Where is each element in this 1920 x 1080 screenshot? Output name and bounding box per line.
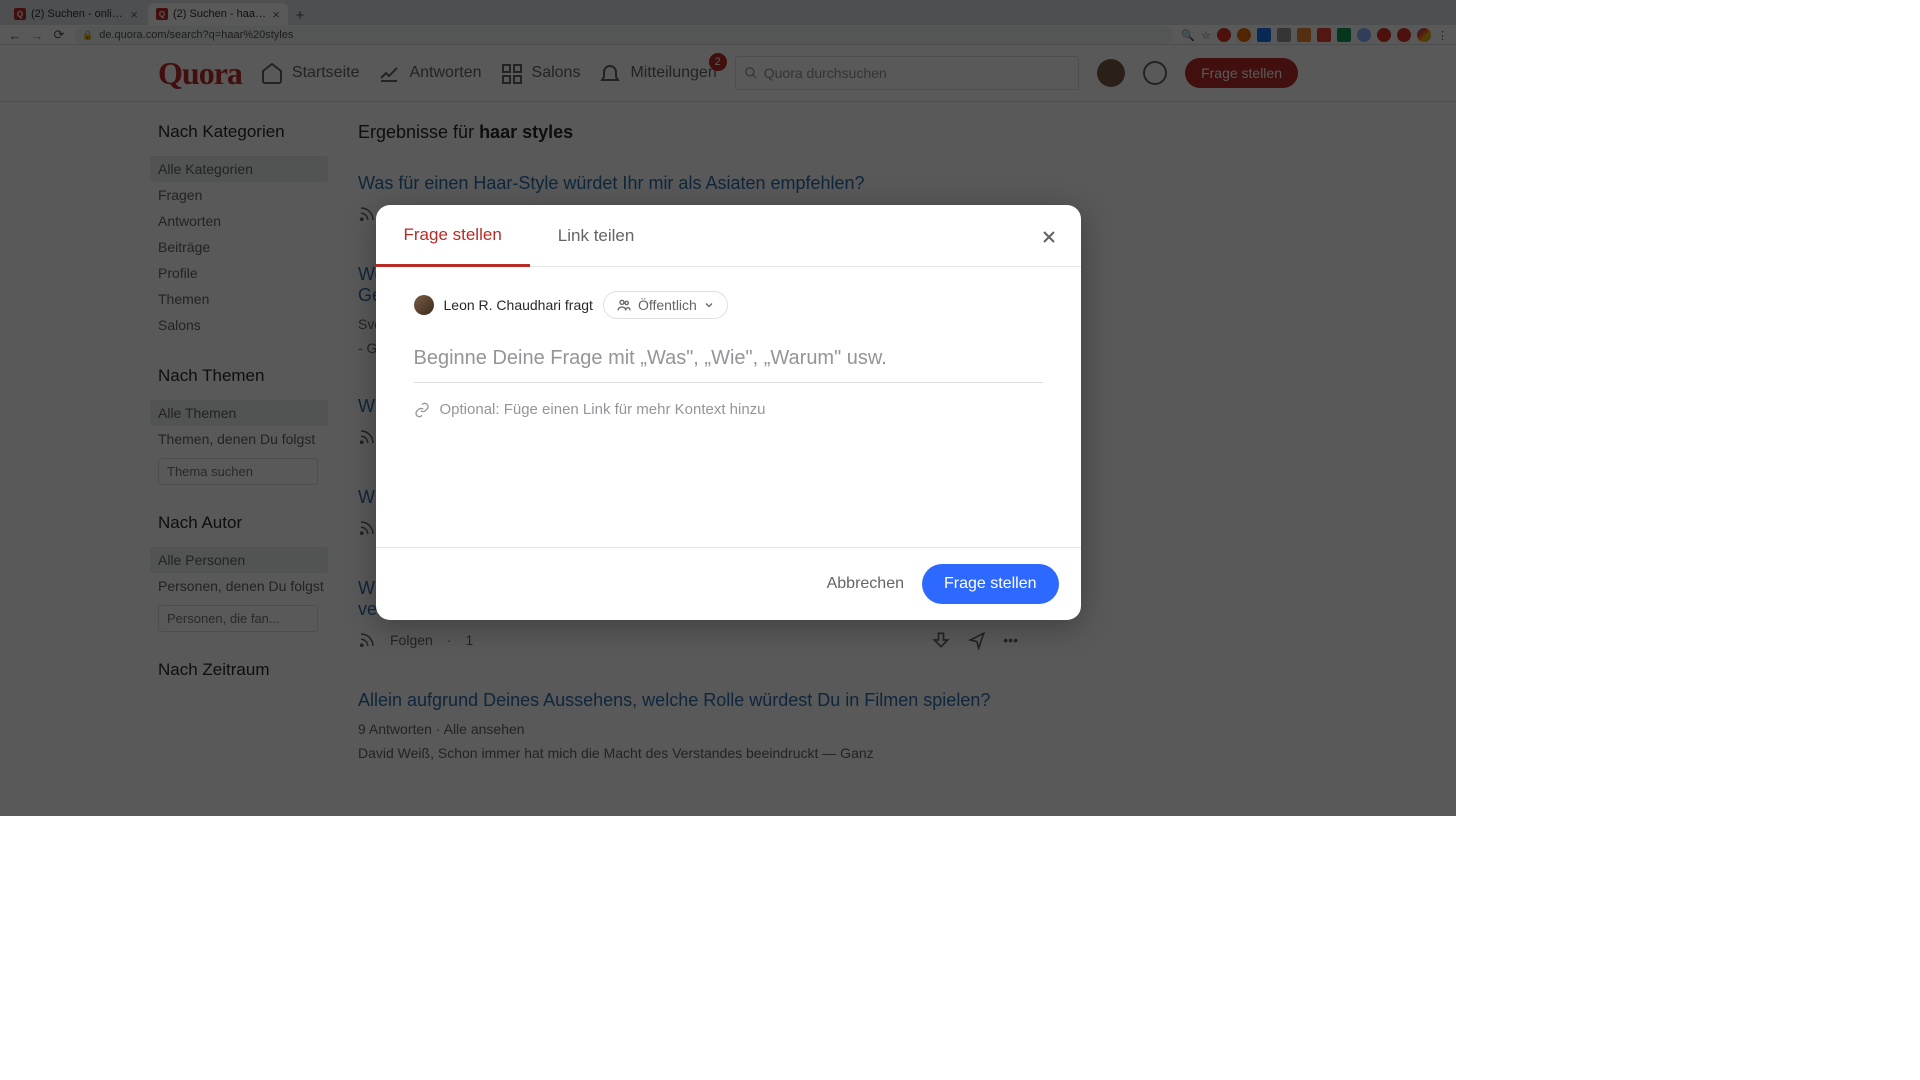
visibility-dropdown[interactable]: Öffentlich: [603, 291, 728, 319]
tab-share-link[interactable]: Link teilen: [530, 205, 663, 266]
close-icon: [1039, 227, 1059, 247]
avatar: [414, 295, 434, 315]
question-input[interactable]: [414, 341, 1043, 383]
ask-question-modal: Frage stellen Link teilen Leon R. Chaudh…: [376, 205, 1081, 620]
modal-body: Leon R. Chaudhari fragt Öffentlich Optio…: [376, 267, 1081, 547]
submit-button[interactable]: Frage stellen: [922, 564, 1059, 604]
link-input-row[interactable]: Optional: Füge einen Link für mehr Konte…: [414, 401, 1043, 418]
cancel-button[interactable]: Abbrechen: [827, 575, 904, 593]
modal-overlay[interactable]: Frage stellen Link teilen Leon R. Chaudh…: [0, 0, 1456, 816]
link-icon: [414, 402, 430, 418]
close-button[interactable]: [1035, 223, 1063, 251]
chevron-down-icon: [703, 299, 715, 311]
people-icon: [616, 297, 632, 313]
link-hint: Optional: Füge einen Link für mehr Konte…: [440, 401, 766, 418]
asker-row: Leon R. Chaudhari fragt Öffentlich: [414, 291, 1043, 319]
modal-footer: Abbrechen Frage stellen: [376, 547, 1081, 620]
asker-name: Leon R. Chaudhari fragt: [444, 297, 593, 313]
modal-tabs: Frage stellen Link teilen: [376, 205, 1081, 267]
visibility-label: Öffentlich: [638, 297, 697, 313]
tab-ask-question[interactable]: Frage stellen: [376, 206, 530, 267]
